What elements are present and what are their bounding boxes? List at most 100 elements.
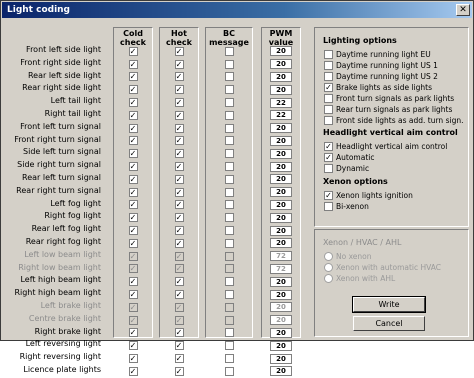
hot-check-checkbox[interactable]: ✓: [174, 149, 184, 159]
lighting-option[interactable]: Rear turn signals as park lights: [324, 104, 452, 114]
cold-check-checkbox[interactable]: ✓: [128, 200, 138, 210]
close-icon[interactable]: ✕: [456, 4, 470, 16]
cancel-button[interactable]: Cancel: [353, 316, 425, 331]
headlight-option[interactable]: ✓ Automatic: [324, 152, 374, 162]
hvac-option[interactable]: Xenon with AHL: [324, 273, 395, 283]
hot-check-checkbox[interactable]: ✓: [174, 226, 184, 236]
bc-message-checkbox[interactable]: [224, 59, 234, 69]
hot-check-checkbox[interactable]: ✓: [174, 238, 184, 248]
hot-check-checkbox[interactable]: ✓: [174, 251, 184, 261]
pwm-value-field[interactable]: 20: [270, 135, 292, 146]
checkbox[interactable]: [324, 115, 333, 125]
lighting-option[interactable]: Daytime running light EU: [324, 49, 431, 59]
pwm-value-field[interactable]: 20: [270, 327, 292, 338]
bc-message-checkbox[interactable]: [224, 264, 234, 274]
cold-check-checkbox[interactable]: ✓: [128, 85, 138, 95]
checkbox[interactable]: [324, 104, 333, 114]
cold-check-checkbox[interactable]: ✓: [128, 226, 138, 236]
cold-check-checkbox[interactable]: ✓: [128, 149, 138, 159]
pwm-value-field[interactable]: 20: [270, 71, 292, 82]
headlight-option[interactable]: ✓ Headlight vertical aim control: [324, 141, 447, 151]
checkbox[interactable]: ✓: [324, 82, 333, 92]
hvac-option[interactable]: No xenon: [324, 251, 372, 261]
lighting-option[interactable]: Front turn signals as park lights: [324, 93, 454, 103]
pwm-value-field[interactable]: 20: [270, 315, 292, 326]
cold-check-checkbox[interactable]: ✓: [128, 213, 138, 223]
pwm-value-field[interactable]: 20: [270, 302, 292, 313]
cold-check-checkbox[interactable]: ✓: [128, 277, 138, 287]
bc-message-checkbox[interactable]: [224, 290, 234, 300]
pwm-value-field[interactable]: 72: [270, 263, 292, 274]
pwm-value-field[interactable]: 20: [270, 84, 292, 95]
bc-message-checkbox[interactable]: [224, 136, 234, 146]
pwm-value-field[interactable]: 22: [270, 97, 292, 108]
bc-message-checkbox[interactable]: [224, 213, 234, 223]
xenon-option[interactable]: Bi-xenon: [324, 201, 369, 211]
hot-check-checkbox[interactable]: ✓: [174, 136, 184, 146]
headlight-option[interactable]: Dynamic: [324, 163, 369, 173]
radio-button[interactable]: [324, 273, 333, 283]
hot-check-checkbox[interactable]: ✓: [174, 72, 184, 82]
lighting-option[interactable]: Daytime running light US 2: [324, 71, 438, 81]
cold-check-checkbox[interactable]: ✓: [128, 162, 138, 172]
bc-message-checkbox[interactable]: [224, 251, 234, 261]
bc-message-checkbox[interactable]: [224, 46, 234, 56]
checkbox[interactable]: ✓: [324, 190, 333, 200]
bc-message-checkbox[interactable]: [224, 366, 234, 376]
cold-check-checkbox[interactable]: ✓: [128, 354, 138, 364]
cold-check-checkbox[interactable]: ✓: [128, 341, 138, 351]
hot-check-checkbox[interactable]: ✓: [174, 302, 184, 312]
pwm-value-field[interactable]: 20: [270, 148, 292, 159]
pwm-value-field[interactable]: 20: [270, 225, 292, 236]
hot-check-checkbox[interactable]: ✓: [174, 328, 184, 338]
pwm-value-field[interactable]: 20: [270, 366, 292, 377]
hot-check-checkbox[interactable]: ✓: [174, 187, 184, 197]
bc-message-checkbox[interactable]: [224, 85, 234, 95]
bc-message-checkbox[interactable]: [224, 315, 234, 325]
pwm-value-field[interactable]: 22: [270, 110, 292, 121]
cold-check-checkbox[interactable]: ✓: [128, 110, 138, 120]
hot-check-checkbox[interactable]: ✓: [174, 354, 184, 364]
cold-check-checkbox[interactable]: ✓: [128, 264, 138, 274]
hot-check-checkbox[interactable]: ✓: [174, 277, 184, 287]
hot-check-checkbox[interactable]: ✓: [174, 162, 184, 172]
hot-check-checkbox[interactable]: ✓: [174, 315, 184, 325]
pwm-value-field[interactable]: 20: [270, 353, 292, 364]
cold-check-checkbox[interactable]: ✓: [128, 59, 138, 69]
cold-check-checkbox[interactable]: ✓: [128, 174, 138, 184]
bc-message-checkbox[interactable]: [224, 110, 234, 120]
bc-message-checkbox[interactable]: [224, 162, 234, 172]
cold-check-checkbox[interactable]: ✓: [128, 187, 138, 197]
cold-check-checkbox[interactable]: ✓: [128, 366, 138, 376]
radio-button[interactable]: [324, 251, 333, 261]
checkbox[interactable]: [324, 93, 333, 103]
hot-check-checkbox[interactable]: ✓: [174, 98, 184, 108]
pwm-value-field[interactable]: 20: [270, 199, 292, 210]
cold-check-checkbox[interactable]: ✓: [128, 72, 138, 82]
hot-check-checkbox[interactable]: ✓: [174, 290, 184, 300]
lighting-option[interactable]: Daytime running light US 1: [324, 60, 438, 70]
lighting-option[interactable]: ✓ Brake lights as side lights: [324, 82, 432, 92]
cold-check-checkbox[interactable]: ✓: [128, 290, 138, 300]
checkbox[interactable]: [324, 71, 333, 81]
checkbox[interactable]: [324, 60, 333, 70]
lighting-option[interactable]: Front side lights as add. turn sign.: [324, 115, 463, 125]
checkbox[interactable]: [324, 163, 333, 173]
bc-message-checkbox[interactable]: [224, 341, 234, 351]
pwm-value-field[interactable]: 20: [270, 212, 292, 223]
cold-check-checkbox[interactable]: ✓: [128, 123, 138, 133]
hot-check-checkbox[interactable]: ✓: [174, 59, 184, 69]
bc-message-checkbox[interactable]: [224, 72, 234, 82]
bc-message-checkbox[interactable]: [224, 149, 234, 159]
hot-check-checkbox[interactable]: ✓: [174, 85, 184, 95]
cold-check-checkbox[interactable]: ✓: [128, 251, 138, 261]
hot-check-checkbox[interactable]: ✓: [174, 264, 184, 274]
hot-check-checkbox[interactable]: ✓: [174, 174, 184, 184]
write-button[interactable]: Write: [352, 296, 426, 313]
bc-message-checkbox[interactable]: [224, 354, 234, 364]
checkbox[interactable]: ✓: [324, 141, 333, 151]
cold-check-checkbox[interactable]: ✓: [128, 315, 138, 325]
bc-message-checkbox[interactable]: [224, 98, 234, 108]
xenon-option[interactable]: ✓ Xenon lights ignition: [324, 190, 413, 200]
cold-check-checkbox[interactable]: ✓: [128, 98, 138, 108]
